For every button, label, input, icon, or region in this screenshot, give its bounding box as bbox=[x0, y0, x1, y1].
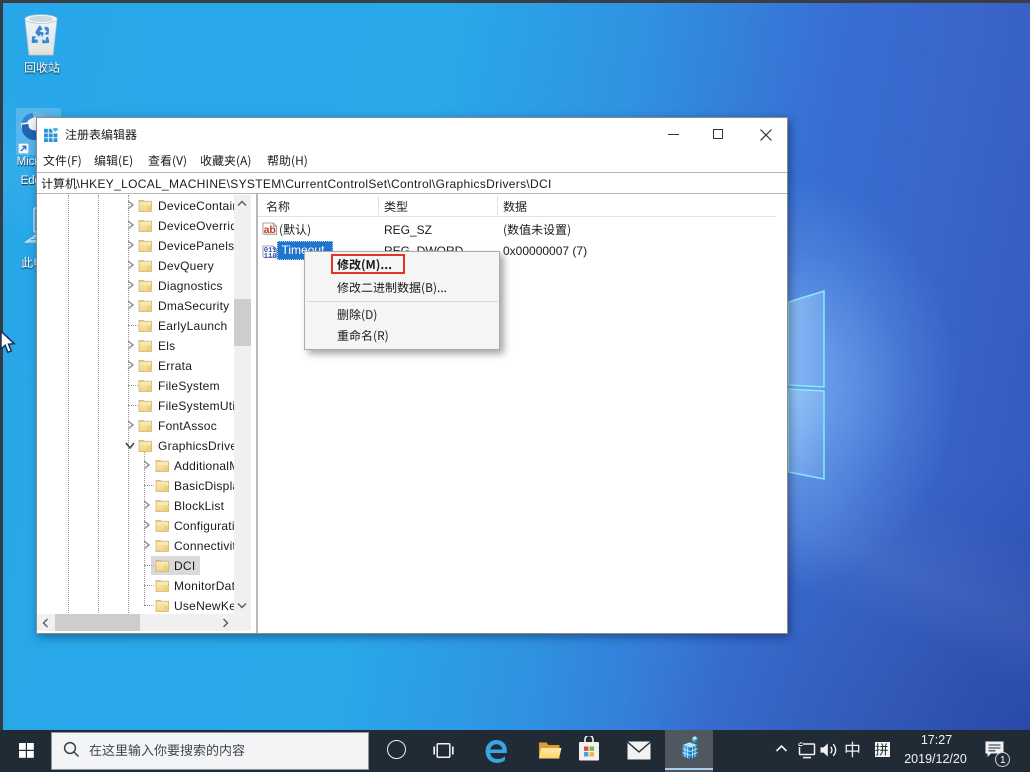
svg-text:110: 110 bbox=[264, 253, 277, 260]
svg-text:ab: ab bbox=[264, 223, 276, 235]
